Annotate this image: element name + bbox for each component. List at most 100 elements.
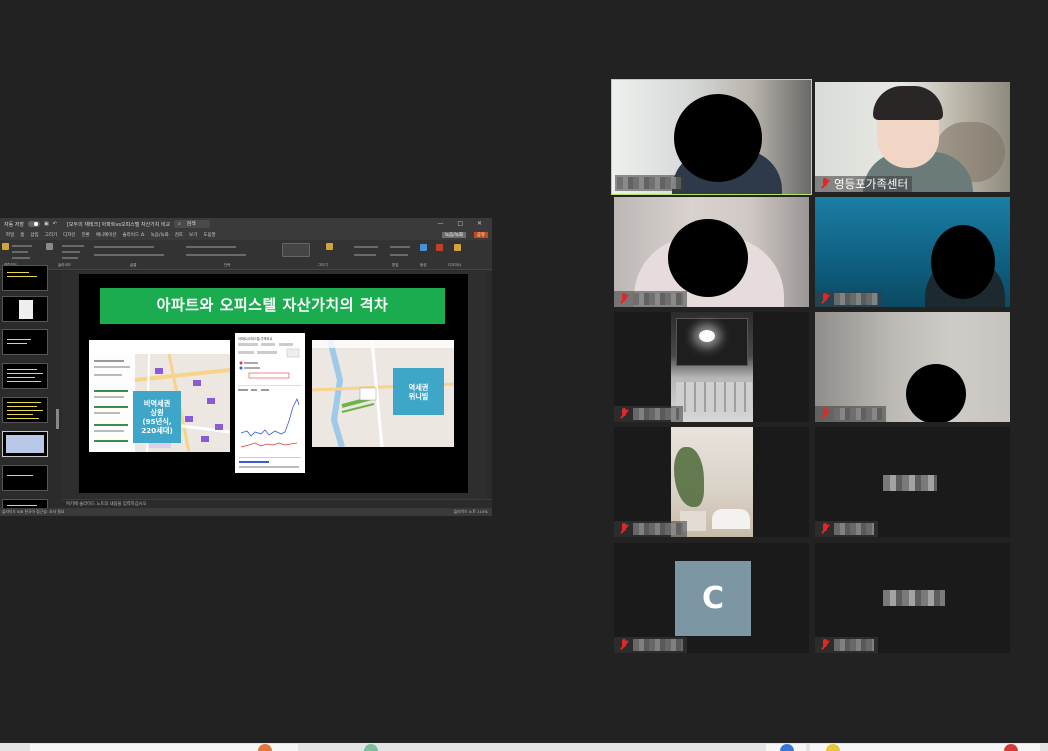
undo-icon[interactable]: ↶	[53, 221, 57, 227]
thumbnail-scrollbar[interactable]	[54, 271, 62, 508]
app-icon[interactable]	[364, 744, 378, 751]
new-slide-icon[interactable]	[46, 243, 53, 250]
slide-notes-field[interactable]: 여기에 슬라이드 노트의 내용을 입력하십시오	[62, 499, 492, 508]
participant-tile[interactable]: C	[614, 543, 809, 653]
participant-name: 영등포가족센터	[834, 177, 909, 191]
mic-muted-icon	[820, 408, 830, 420]
mic-muted-icon	[820, 523, 830, 535]
slide-thumbnail[interactable]	[2, 265, 48, 291]
blurred-name	[633, 293, 683, 305]
participant-tile[interactable]: 영등포가족센터	[815, 82, 1010, 192]
participant-tile[interactable]	[614, 197, 809, 307]
mic-muted-icon	[820, 178, 830, 190]
ribbon-group-label: 슬라이드	[58, 263, 72, 267]
participant-tile[interactable]	[815, 427, 1010, 537]
slide-thumbnail-active[interactable]	[2, 431, 48, 457]
name-plate	[614, 637, 687, 653]
blurred-name	[617, 177, 681, 189]
blurred-name	[834, 293, 878, 305]
status-left: 슬라이드 6/8 한국어 접근성: 조사 필요	[2, 509, 65, 514]
menu-item[interactable]: 녹음/녹화	[151, 232, 169, 238]
dictate-icon[interactable]	[420, 244, 427, 251]
participant-tile[interactable]	[815, 543, 1010, 653]
ribbon-group-label: 음성	[420, 263, 427, 267]
current-slide[interactable]: 아파트와 오피스텔 자산가치의 격차 비역세권 상원 (95년식, 220세대)…	[79, 274, 468, 493]
menu-item[interactable]: 검토	[175, 232, 183, 238]
app-icon[interactable]	[258, 744, 272, 751]
name-plate	[815, 637, 878, 653]
blurred-name	[633, 408, 679, 420]
blurred-name	[834, 408, 882, 420]
menu-item[interactable]: 파일	[6, 232, 14, 238]
record-button[interactable]: 녹음/녹화	[441, 232, 466, 238]
slide-thumbnail[interactable]	[2, 397, 48, 423]
participant-tile[interactable]	[815, 197, 1010, 307]
taskbar	[0, 743, 1048, 751]
mic-muted-icon	[619, 293, 629, 305]
ribbon-group-label: 편집	[392, 263, 399, 267]
mic-muted-icon	[619, 639, 629, 651]
mic-muted-icon	[820, 639, 830, 651]
face-blur	[931, 225, 995, 299]
window-controls[interactable]: — □ ✕	[437, 220, 488, 227]
paste-icon[interactable]	[2, 243, 9, 250]
ribbon-group-label: 단락	[224, 263, 231, 267]
name-plate	[815, 521, 878, 537]
blurred-name	[834, 639, 874, 651]
toggle-icon[interactable]	[28, 221, 40, 227]
slide-thumbnail[interactable]	[2, 465, 48, 491]
slide-editor[interactable]: 아파트와 오피스텔 자산가치의 격차 비역세권 상원 (95년식, 220세대)…	[62, 271, 492, 499]
editor-scrollbar[interactable]	[486, 273, 492, 499]
name-plate	[614, 291, 687, 307]
document-title: [모두의 재테크] 아파트vs오피스텔 자산가치 비교	[66, 221, 171, 228]
blurred-center-name	[883, 475, 937, 491]
search-label: 검색	[186, 221, 196, 227]
powerpoint-title-bar: 자동 저장 ▣ ↶ [모두의 재테크] 아파트vs오피스텔 자산가치 비교 ⌕ …	[0, 218, 492, 230]
slide-title: 아파트와 오피스텔 자산가치의 격차	[100, 288, 445, 324]
slide-thumbnail[interactable]	[2, 363, 48, 389]
shared-screen: 자동 저장 ▣ ↶ [모두의 재테크] 아파트vs오피스텔 자산가치 비교 ⌕ …	[0, 218, 492, 516]
powerpoint-ribbon: 클립보드 슬라이드 글꼴 단락 그리기 편집 음성 디자이너	[0, 240, 492, 270]
name-plate	[614, 406, 683, 422]
share-button[interactable]: 공유	[473, 232, 488, 238]
menu-item[interactable]: 전환	[82, 232, 90, 238]
menu-item[interactable]: 디자인	[63, 232, 75, 238]
save-icon[interactable]: ▣	[44, 221, 49, 227]
face-blur	[674, 94, 762, 182]
slide-thumbnail[interactable]	[2, 329, 48, 355]
participant-tile-active[interactable]	[611, 79, 812, 195]
add-in-icon[interactable]	[436, 244, 443, 251]
autosave-label[interactable]: 자동 저장	[4, 221, 24, 228]
slide-thumbnail[interactable]	[2, 296, 48, 322]
app-icon[interactable]	[780, 744, 794, 751]
powerpoint-status-bar: 슬라이드 6/8 한국어 접근성: 조사 필요 슬라이드 노트 110%	[0, 508, 492, 516]
participant-tile[interactable]	[614, 312, 809, 422]
participant-tile[interactable]	[815, 312, 1010, 422]
middle-panel-svg	[238, 343, 302, 468]
right-label-box: 역세권 위니빌	[393, 368, 444, 415]
ribbon-group-label: 글꼴	[130, 263, 137, 267]
blurred-name	[633, 639, 683, 651]
search-box[interactable]: ⌕ 검색	[174, 220, 210, 228]
app-icon[interactable]	[1004, 744, 1018, 751]
face-blur	[906, 364, 966, 422]
mic-muted-icon	[820, 293, 830, 305]
menu-item[interactable]: 도움말	[203, 232, 215, 238]
blurred-name	[834, 523, 874, 535]
participant-tile[interactable]	[614, 427, 809, 537]
menu-item[interactable]: 슬라이드 쇼	[123, 232, 145, 238]
shapes-icon[interactable]	[282, 243, 310, 257]
avatar: C	[675, 561, 751, 636]
menu-item[interactable]: 애니메이션	[96, 232, 117, 238]
app-icon[interactable]	[826, 744, 840, 751]
name-plate	[615, 175, 685, 191]
menu-item[interactable]: 그리기	[45, 232, 57, 238]
menu-item[interactable]: 삽입	[30, 232, 38, 238]
menu-item[interactable]: 보기	[189, 232, 197, 238]
mic-muted-icon	[619, 408, 629, 420]
designer-icon[interactable]	[454, 244, 461, 251]
slide-thumbnail-pane[interactable]	[0, 265, 54, 516]
status-right[interactable]: 슬라이드 노트 110%	[454, 508, 488, 516]
menu-item[interactable]: 홈	[20, 232, 24, 238]
arrange-icon[interactable]	[326, 243, 333, 250]
